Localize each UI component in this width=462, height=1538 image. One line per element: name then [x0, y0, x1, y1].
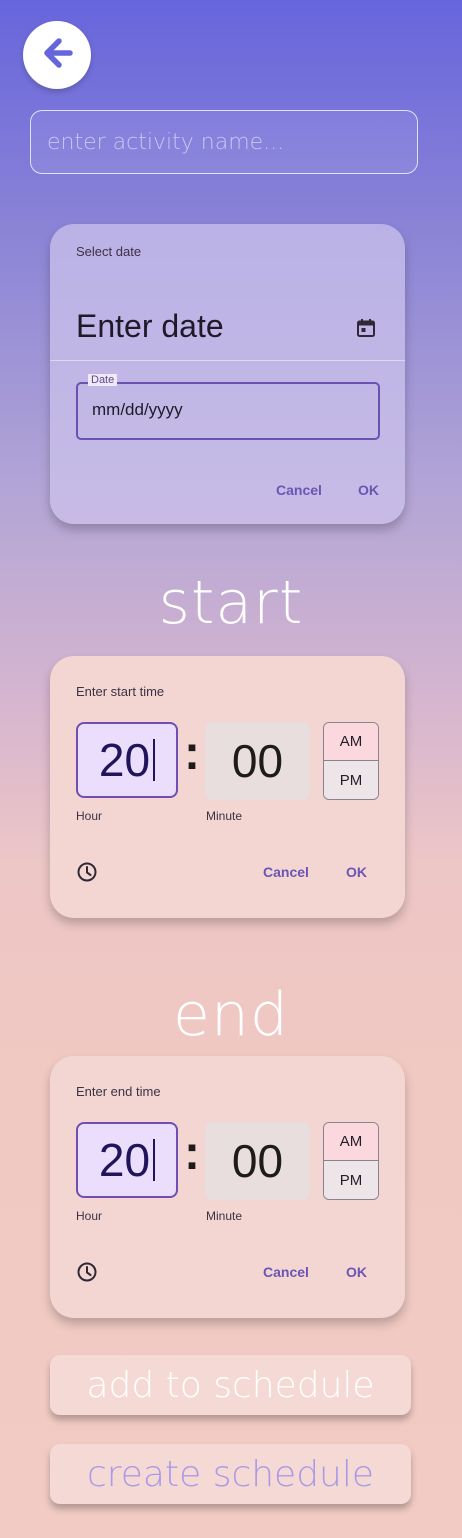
create-schedule-button[interactable]: create schedule: [50, 1444, 411, 1504]
start-time-header: Enter start time: [76, 684, 165, 699]
end-time-header: Enter end time: [76, 1084, 161, 1099]
start-hour-input[interactable]: 20: [76, 722, 178, 798]
date-field-label: Date: [88, 374, 118, 386]
clock-icon[interactable]: [76, 1261, 98, 1287]
time-separator: :: [184, 727, 200, 780]
date-picker-card: Select date Enter date Date mm/dd/yyyy C…: [50, 224, 405, 524]
date-cancel-button[interactable]: Cancel: [276, 482, 322, 498]
end-section-title: end: [172, 980, 290, 1050]
end-pm-button[interactable]: PM: [324, 1161, 378, 1199]
calendar-icon[interactable]: [356, 318, 376, 342]
activity-name-input[interactable]: [30, 110, 418, 174]
start-cancel-button[interactable]: Cancel: [263, 864, 309, 880]
date-ok-button[interactable]: OK: [358, 482, 379, 498]
clock-icon[interactable]: [76, 861, 98, 887]
end-time-card: Enter end time 20 : 00 AM PM Hour Minute…: [50, 1056, 405, 1318]
date-divider: [50, 360, 405, 361]
start-section-title: start: [158, 568, 304, 638]
start-minute-input[interactable]: 00: [205, 722, 310, 800]
add-to-schedule-button[interactable]: add to schedule: [50, 1355, 411, 1415]
end-am-button[interactable]: AM: [324, 1123, 378, 1161]
end-cancel-button[interactable]: Cancel: [263, 1264, 309, 1280]
start-am-button[interactable]: AM: [324, 723, 378, 761]
end-hour-input[interactable]: 20: [76, 1122, 178, 1198]
start-minute-value: 00: [231, 735, 284, 787]
end-hour-label: Hour: [76, 1209, 103, 1223]
date-picker-header: Select date: [76, 244, 142, 259]
end-period-toggle: AM PM: [323, 1122, 379, 1200]
end-minute-value: 00: [231, 1135, 284, 1187]
start-period-toggle: AM PM: [323, 722, 379, 800]
date-heading: Enter date: [76, 308, 224, 344]
end-hour-value: 20: [98, 1134, 151, 1186]
arrow-left-icon: [37, 33, 77, 77]
end-minute-label: Minute: [206, 1209, 243, 1223]
text-caret: [153, 739, 156, 781]
start-minute-label: Minute: [206, 809, 243, 823]
date-field-placeholder[interactable]: mm/dd/yyyy: [92, 400, 183, 420]
start-pm-button[interactable]: PM: [324, 761, 378, 799]
start-hour-value: 20: [98, 734, 151, 786]
end-ok-button[interactable]: OK: [346, 1264, 367, 1280]
back-button[interactable]: [23, 21, 91, 89]
text-caret: [153, 1139, 156, 1181]
time-separator: :: [184, 1127, 200, 1180]
start-ok-button[interactable]: OK: [346, 864, 367, 880]
start-time-card: Enter start time 20 : 00 AM PM Hour Minu…: [50, 656, 405, 918]
end-minute-input[interactable]: 00: [205, 1122, 310, 1200]
start-hour-label: Hour: [76, 809, 103, 823]
